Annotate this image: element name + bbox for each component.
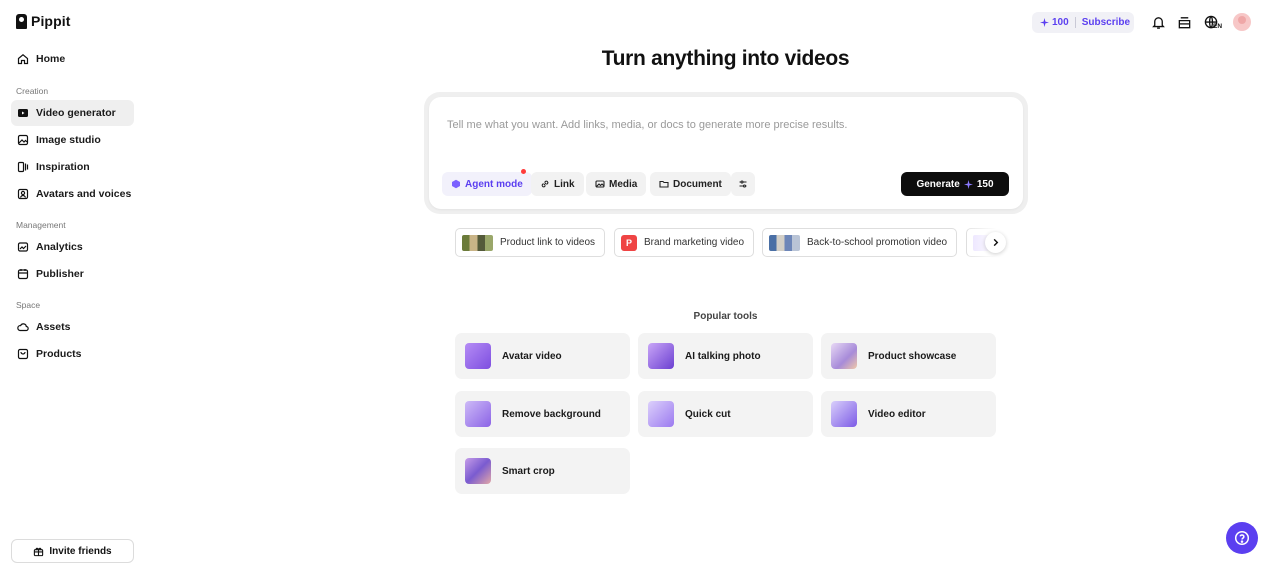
- tool-card-ai-talking-photo[interactable]: AI talking photo: [638, 333, 813, 379]
- credits-subscribe-bar: 100 Subscribe: [1032, 12, 1134, 33]
- settings-chip[interactable]: [731, 172, 755, 196]
- tool-thumbnail: [465, 401, 491, 427]
- invite-label: Invite friends: [49, 545, 112, 557]
- agent-mode-notification-dot: [521, 169, 526, 174]
- sidebar-item-label: Products: [36, 348, 82, 360]
- sidebar-item-label: Assets: [36, 321, 71, 333]
- section-label-space: Space: [16, 300, 41, 310]
- sidebar-item-avatars-and-voices[interactable]: Avatars and voices: [11, 181, 134, 207]
- help-icon: [1234, 530, 1250, 546]
- sidebar-item-label: Analytics: [36, 241, 83, 253]
- tool-card-avatar-video[interactable]: Avatar video: [455, 333, 630, 379]
- tool-thumbnail: [465, 343, 491, 369]
- invite-friends-button[interactable]: Invite friends: [11, 539, 134, 563]
- tool-thumbnail: [831, 343, 857, 369]
- help-button[interactable]: [1226, 522, 1258, 554]
- link-icon: [541, 180, 549, 188]
- gift-icon: [34, 547, 44, 556]
- sidebar-item-publisher[interactable]: Publisher: [11, 261, 134, 287]
- video-generator-icon: [17, 107, 29, 119]
- brand-logo[interactable]: Pippit: [16, 13, 70, 29]
- suggestion-chip[interactable]: Back-to-school promotion video: [762, 228, 958, 257]
- carousel-next-button[interactable]: [985, 232, 1006, 253]
- tool-card-quick-cut[interactable]: Quick cut: [638, 391, 813, 437]
- suggestion-thumbnail: [462, 234, 493, 251]
- section-label-creation: Creation: [16, 86, 49, 96]
- popular-tools-heading: Popular tools: [693, 311, 758, 322]
- tool-card-smart-crop[interactable]: Smart crop: [455, 448, 630, 494]
- sparkle-icon: [1040, 18, 1049, 27]
- folder-icon: [659, 180, 669, 188]
- credits-count[interactable]: 100: [1032, 17, 1069, 28]
- document-chip[interactable]: Document: [650, 172, 731, 196]
- image-studio-icon: [17, 134, 29, 146]
- sidebar-item-analytics[interactable]: Analytics: [11, 234, 134, 260]
- sidebar: Pippit Home Creation Video generator Ima…: [0, 0, 146, 574]
- sliders-icon: [739, 180, 747, 188]
- section-label-management: Management: [16, 220, 66, 230]
- generate-button[interactable]: Generate 150: [901, 172, 1009, 196]
- page-title: Turn anything into videos: [601, 47, 850, 70]
- cloud-icon: [17, 321, 29, 333]
- layers-icon[interactable]: [1176, 14, 1192, 30]
- sidebar-item-image-studio[interactable]: Image studio: [11, 127, 134, 153]
- chevron-right-icon: [993, 238, 999, 247]
- agent-mode-chip[interactable]: Agent mode: [442, 172, 532, 196]
- subscribe-button[interactable]: Subscribe: [1082, 17, 1130, 28]
- avatar-icon: [17, 188, 29, 200]
- user-avatar[interactable]: [1233, 13, 1251, 31]
- analytics-icon: [17, 241, 29, 253]
- suggestion-chip[interactable]: Product link to videos: [455, 228, 606, 257]
- brand-name: Pippit: [31, 13, 71, 29]
- sidebar-item-products[interactable]: Products: [11, 341, 134, 367]
- sparkle-icon: [963, 179, 973, 189]
- sidebar-item-label: Publisher: [36, 268, 84, 280]
- sidebar-item-video-generator[interactable]: Video generator: [11, 100, 134, 126]
- sidebar-item-label: Avatars and voices: [36, 188, 132, 200]
- notification-bell-icon[interactable]: [1150, 14, 1166, 30]
- tool-thumbnail: [648, 343, 674, 369]
- tool-card-video-editor[interactable]: Video editor: [821, 391, 996, 437]
- language-code: EN: [1213, 23, 1223, 30]
- bag-icon: [17, 348, 29, 360]
- tool-card-remove-background[interactable]: Remove background: [455, 391, 630, 437]
- suggestion-chip[interactable]: P Brand marketing video: [614, 228, 755, 257]
- brand-badge-icon: P: [621, 234, 637, 251]
- tool-thumbnail: [465, 458, 491, 484]
- media-chip[interactable]: Media: [586, 172, 647, 196]
- sidebar-item-label: Image studio: [36, 134, 101, 146]
- sidebar-item-label: Inspiration: [36, 161, 90, 173]
- image-icon: [595, 180, 605, 188]
- link-chip[interactable]: Link: [531, 172, 584, 196]
- sidebar-item-inspiration[interactable]: Inspiration: [11, 154, 134, 180]
- divider: [1074, 17, 1076, 28]
- suggestion-thumbnail: [769, 234, 800, 251]
- tool-thumbnail: [648, 401, 674, 427]
- sidebar-item-label: Video generator: [36, 107, 116, 119]
- prompt-container: Tell me what you want. Add links, media,…: [424, 92, 1028, 214]
- calendar-icon: [17, 268, 29, 280]
- pippit-logo-icon: [16, 13, 27, 29]
- prompt-placeholder: Tell me what you want. Add links, media,…: [447, 119, 848, 131]
- tool-thumbnail: [831, 401, 857, 427]
- prompt-input[interactable]: Tell me what you want. Add links, media,…: [429, 97, 1023, 209]
- cube-icon: [452, 179, 460, 189]
- inspiration-icon: [17, 161, 29, 173]
- tool-card-product-showcase[interactable]: Product showcase: [821, 333, 996, 379]
